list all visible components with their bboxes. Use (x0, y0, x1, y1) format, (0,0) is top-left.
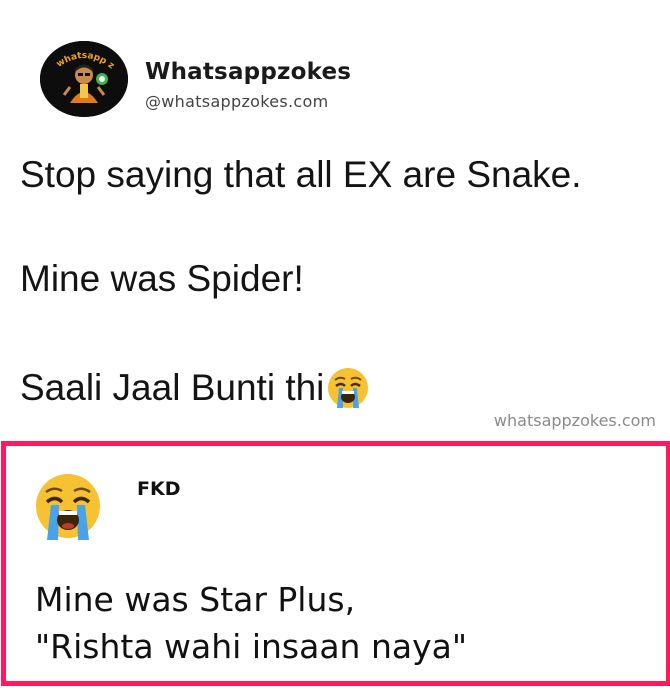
account-avatar[interactable]: whatsapp zokes (40, 41, 128, 117)
cartoon-face-logo-icon: whatsapp zokes (40, 41, 128, 117)
reply-line-2: "Rishta wahi insaan naya" (35, 627, 468, 666)
reply-line-1: Mine was Star Plus, (35, 580, 356, 619)
post-line-3-text: Saali Jaal Bunti thi (20, 367, 325, 408)
post-line-2: Mine was Spider! (20, 258, 304, 299)
crying-face-icon (32, 470, 104, 542)
post-card: whatsapp zokes Whatsappzokes @whatsappzo… (0, 0, 670, 440)
reply-avatar[interactable] (32, 470, 104, 542)
account-name[interactable]: Whatsappzokes (145, 59, 351, 85)
post-line-3: Saali Jaal Bunti thi (20, 366, 370, 419)
reply-card: FKD Mine was Star Plus, "Rishta wahi ins… (1, 441, 670, 686)
post-line-1: Stop saying that all EX are Snake. (20, 154, 582, 195)
account-handle[interactable]: @whatsappzokes.com (145, 92, 328, 111)
watermark: whatsappzokes.com (493, 411, 656, 430)
reply-author-name[interactable]: FKD (137, 478, 180, 500)
crying-face-icon (326, 366, 370, 419)
